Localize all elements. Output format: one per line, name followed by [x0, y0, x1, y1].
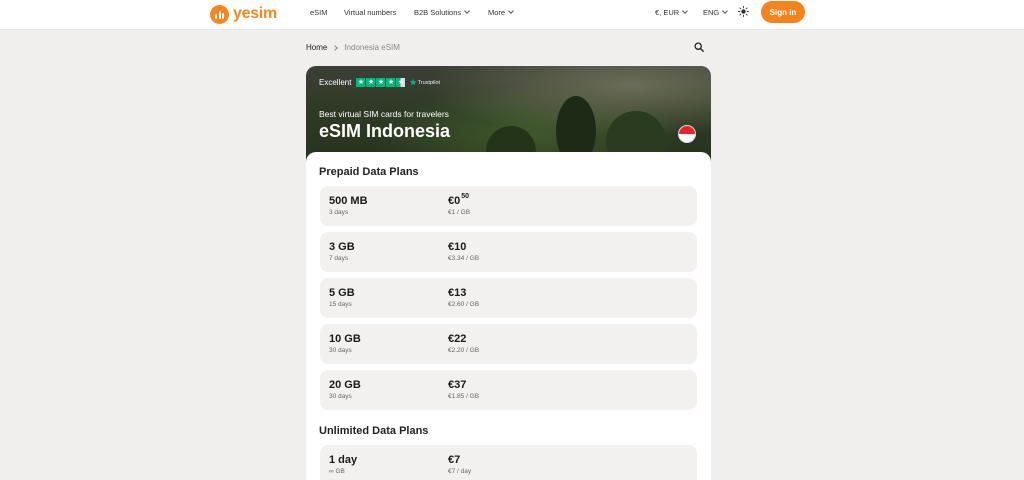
star-icon: ★ — [376, 78, 386, 87]
plan-data-amount: 20 GB — [329, 379, 361, 391]
plan-price: €13 — [448, 287, 467, 299]
theme-toggle-sun-icon[interactable] — [738, 6, 749, 17]
language-select[interactable]: ENG — [703, 8, 729, 17]
nav-b2b-label: B2B Solutions — [414, 8, 462, 17]
breadcrumb: Home Indonesia eSIM — [306, 43, 400, 52]
sign-in-button[interactable]: Sign in — [761, 1, 805, 23]
chevron-down-icon — [722, 8, 729, 14]
plan-row[interactable]: 5 GB 15 days €13 €2.60 / GB — [320, 278, 697, 318]
plan-row[interactable]: 500 MB 3 days €050 €1 / GB — [320, 186, 697, 226]
indonesia-flag-icon — [678, 125, 696, 143]
plan-price: €37 — [448, 379, 467, 391]
logo-mark-icon — [210, 4, 229, 24]
trustpilot-rating[interactable]: Excellent ★ ★ ★ ★ ★ ★ Trustpilot — [319, 78, 440, 87]
breadcrumb-current: Indonesia eSIM — [344, 43, 400, 52]
plan-price-cents: 50 — [461, 193, 470, 200]
language-label: ENG — [703, 8, 720, 17]
page-title: eSIM Indonesia — [319, 121, 451, 141]
plans-card: Prepaid Data Plans 500 MB 3 days €050 €1… — [306, 152, 711, 480]
plan-price: €7 — [448, 454, 461, 466]
chevron-down-icon — [682, 8, 689, 14]
plan-data-amount: 1 day — [329, 454, 358, 466]
nav-b2b-solutions[interactable]: B2B Solutions — [414, 8, 470, 17]
currency-select[interactable]: €, EUR — [655, 8, 689, 17]
top-header: yesim eSIM Virtual numbers B2B Solutions… — [0, 0, 1024, 30]
plan-duration: 30 days — [329, 393, 352, 400]
chevron-down-icon — [464, 8, 470, 14]
search-icon[interactable] — [694, 42, 704, 52]
plan-duration: ∞ GB — [329, 468, 345, 475]
breadcrumb-home-link[interactable]: Home — [306, 43, 327, 52]
unlimited-section-title: Unlimited Data Plans — [319, 425, 429, 437]
hero-subtitle: Best virtual SIM cards for travelers — [319, 109, 449, 119]
currency-label: €, EUR — [655, 8, 680, 17]
trustpilot-brand-label: Trustpilot — [417, 79, 441, 86]
plan-row[interactable]: 1 day ∞ GB €7 €7 / day — [320, 445, 697, 480]
plan-duration: 30 days — [329, 347, 352, 354]
plan-row[interactable]: 20 GB 30 days €37 €1.85 / GB — [320, 370, 697, 410]
plan-unit-price: €3.34 / GB — [448, 255, 480, 262]
plan-unit-price: €7 / day — [448, 468, 472, 475]
star-icon: ★ — [366, 78, 376, 87]
star-icon: ★ — [386, 78, 396, 87]
plan-duration: 7 days — [329, 255, 349, 262]
trustpilot-brand: ★ Trustpilot — [409, 78, 440, 87]
plan-row[interactable]: 10 GB 30 days €22 €2.20 / GB — [320, 324, 697, 364]
chevron-right-icon — [332, 44, 339, 51]
plan-data-amount: 500 MB — [329, 195, 368, 207]
rating-label: Excellent — [319, 78, 352, 87]
rating-stars: ★ ★ ★ ★ ★ — [356, 78, 406, 87]
nav-virtual-numbers[interactable]: Virtual numbers — [344, 8, 396, 17]
yesim-logo[interactable]: yesim — [210, 3, 277, 25]
plan-unit-price: €1.85 / GB — [448, 393, 480, 400]
nav-esim[interactable]: eSIM — [310, 8, 328, 17]
plan-unit-price: €1 / GB — [448, 209, 471, 216]
plan-price: €22 — [448, 333, 467, 345]
nav-virtual-numbers-label: Virtual numbers — [344, 8, 397, 17]
plan-data-amount: 3 GB — [329, 241, 355, 253]
half-star-icon: ★ — [396, 78, 406, 87]
nav-more-label: More — [488, 8, 506, 17]
plan-price-main: €0 — [448, 195, 461, 207]
chevron-down-icon — [508, 8, 514, 14]
trustpilot-star-icon: ★ — [409, 78, 417, 87]
plan-duration: 15 days — [329, 301, 352, 308]
plan-duration: 3 days — [329, 209, 349, 216]
hero-banner: Excellent ★ ★ ★ ★ ★ ★ Trustpilot Best vir… — [306, 66, 711, 166]
plan-price: €10 — [448, 241, 467, 253]
plan-data-amount: 10 GB — [329, 333, 361, 345]
plan-price: €050 — [448, 193, 470, 207]
plan-unit-price: €2.20 / GB — [448, 347, 480, 354]
plan-row[interactable]: 3 GB 7 days €10 €3.34 / GB — [320, 232, 697, 272]
plan-unit-price: €2.60 / GB — [448, 301, 480, 308]
nav-more[interactable]: More — [488, 8, 514, 17]
logo-text: yesim — [233, 5, 277, 22]
nav-esim-label: eSIM — [310, 8, 328, 17]
star-icon: ★ — [356, 78, 366, 87]
plan-data-amount: 5 GB — [329, 287, 355, 299]
prepaid-section-title: Prepaid Data Plans — [319, 166, 419, 178]
